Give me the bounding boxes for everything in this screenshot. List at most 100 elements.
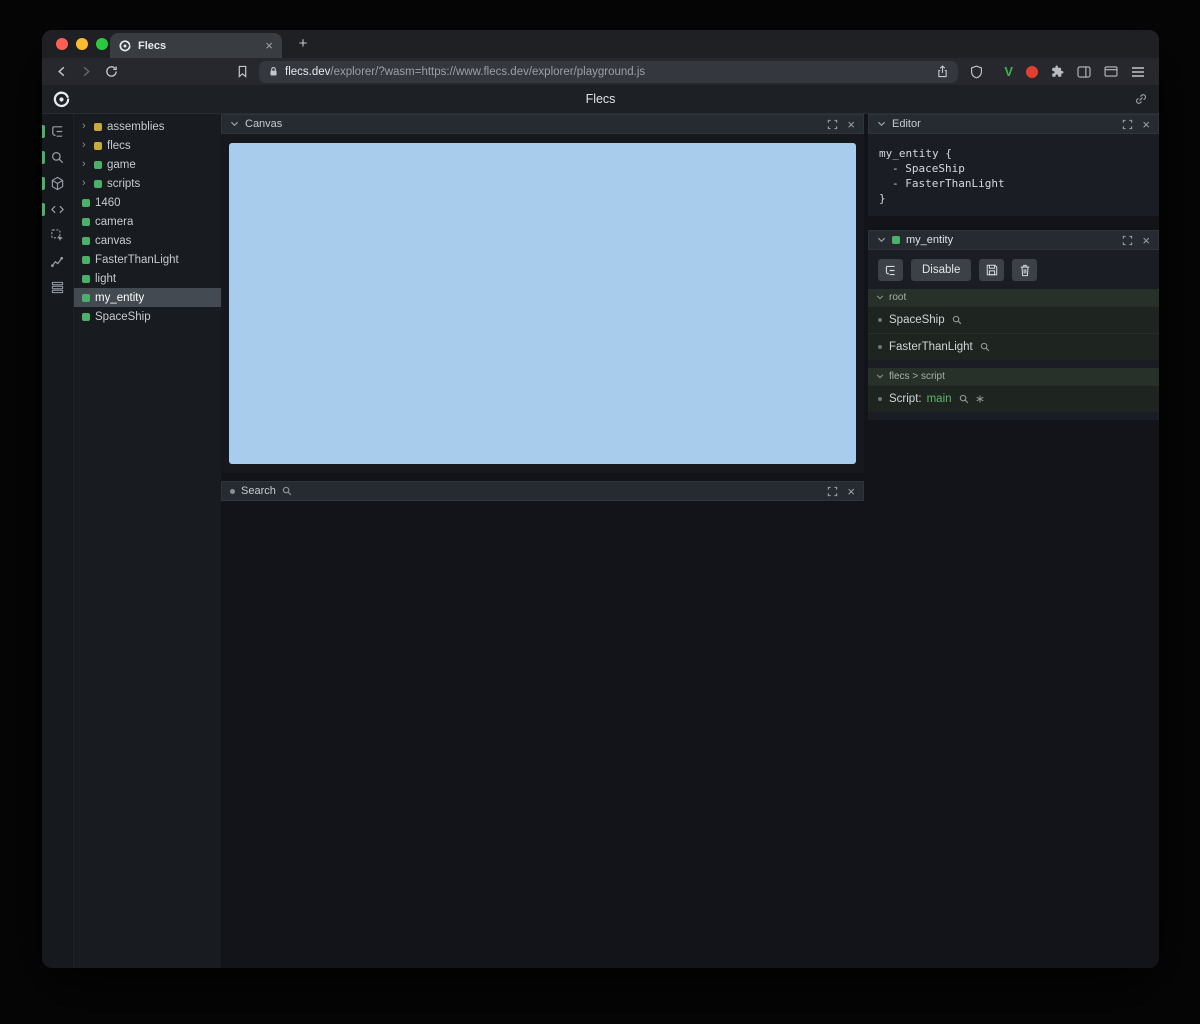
tree-item-canvas[interactable]: canvas [74,231,221,250]
save-button[interactable] [979,259,1005,281]
component-row[interactable]: Script: main [868,385,1159,412]
component-row[interactable]: SpaceShip [868,306,1159,333]
chevron-down-icon[interactable] [877,120,886,128]
eval-script-icon[interactable] [975,395,984,403]
app-header: Flecs [42,85,1159,114]
url-input[interactable]: flecs.dev /explorer/?wasm=https://www.fl… [259,60,959,83]
entity-kind-icon [82,312,90,321]
lock-icon [269,66,278,77]
tree-item-1460[interactable]: 1460 [74,193,221,212]
chevron-down-icon[interactable] [230,120,239,128]
section-header[interactable]: root [868,289,1159,306]
canvas-viewport[interactable] [229,143,856,464]
rail-script-button[interactable] [42,201,73,218]
section-header[interactable]: flecs > script [868,368,1159,385]
tree-item-label: scripts [107,177,141,190]
canvas-panel-header: Canvas × [221,114,864,134]
tree-item-scripts[interactable]: › scripts [74,174,221,193]
extension-adblock-icon[interactable] [1026,65,1038,78]
search-icon[interactable] [952,315,962,325]
search-icon [282,486,292,496]
rail-stats-button[interactable] [42,253,73,270]
minimize-window-button[interactable] [76,38,88,50]
extension-v-icon[interactable]: V [1004,64,1013,79]
section-title: flecs > script [889,371,945,382]
expand-arrow-icon[interactable]: › [82,178,89,189]
tree-item-FasterThanLight[interactable]: FasterThanLight [74,250,221,269]
code-line: - FasterThanLight [892,177,1005,190]
shield-icon[interactable] [962,61,990,83]
code-line: - SpaceShip [892,162,965,175]
rail-query-search-button[interactable] [42,149,73,166]
entity-kind-icon [94,160,102,169]
expand-arrow-icon[interactable]: › [82,159,89,170]
tree-item-SpaceShip[interactable]: SpaceShip [74,307,221,326]
close-panel-icon[interactable]: × [847,118,855,131]
extension-bar: V [994,64,1151,79]
forward-icon[interactable] [75,61,98,83]
close-panel-icon[interactable]: × [1142,234,1150,247]
tab-close-icon[interactable]: × [265,39,273,52]
share-icon[interactable] [937,65,948,78]
show-in-tree-button[interactable] [878,259,903,281]
extensions-puzzle-icon[interactable] [1051,65,1064,78]
chevron-down-icon[interactable] [877,236,886,244]
tree-item-camera[interactable]: camera [74,212,221,231]
expand-panel-icon[interactable] [827,119,838,130]
disable-button[interactable]: Disable [911,259,972,281]
maximize-window-button[interactable] [96,38,108,50]
menu-icon[interactable] [1131,66,1145,78]
bullet-icon [878,318,882,322]
entity-kind-icon [94,179,102,188]
active-indicator [42,177,45,190]
rail-entity-tree-button[interactable] [42,123,73,140]
canvas-panel: Canvas × [221,114,864,473]
reload-icon[interactable] [100,61,123,83]
search-icon[interactable] [959,394,969,404]
expand-panel-icon[interactable] [827,486,838,497]
left-icon-rail [42,114,74,968]
back-icon[interactable] [50,61,73,83]
sidebar-toggle-icon[interactable] [1077,65,1091,78]
entity-kind-icon [82,236,90,245]
page-title: Flecs [585,92,616,106]
tree-item-game[interactable]: › game [74,155,221,174]
component-value[interactable]: main [927,393,952,405]
collapsed-dot-icon[interactable] [230,488,235,494]
expand-panel-icon[interactable] [1122,235,1133,246]
close-panel-icon[interactable]: × [1142,118,1150,131]
expand-arrow-icon[interactable]: › [82,121,89,132]
search-icon[interactable] [980,342,990,352]
entity-kind-icon [82,217,90,226]
tree-item-flecs[interactable]: › flecs [74,136,221,155]
tree-item-label: SpaceShip [95,310,151,323]
editor-code[interactable]: my_entity {- SpaceShip - FasterThanLight} [868,134,1159,216]
wallet-icon[interactable] [1104,66,1118,77]
tree-item-label: canvas [95,234,132,247]
tree-item-my_entity[interactable]: my_entity [74,288,221,307]
close-window-button[interactable] [56,38,68,50]
inspector-toolbar: Disable [868,250,1159,281]
flecs-logo-icon[interactable] [53,91,70,108]
tree-item-assemblies[interactable]: › assemblies [74,117,221,136]
expand-arrow-icon[interactable]: › [82,140,89,151]
share-link-icon[interactable] [1134,92,1148,106]
tree-item-light[interactable]: light [74,269,221,288]
rail-tables-button[interactable] [42,279,73,296]
tab-favicon-flecs-logo-icon [119,39,131,52]
new-tab-button[interactable]: + [292,34,314,54]
rail-inspect-button[interactable] [42,227,73,244]
rail-components-button[interactable] [42,175,73,192]
section-title: root [889,292,907,303]
expand-panel-icon[interactable] [1122,119,1133,130]
close-panel-icon[interactable]: × [847,485,855,498]
component-row[interactable]: FasterThanLight [868,333,1159,360]
entity-kind-icon [94,141,102,150]
url-domain: flecs.dev [285,65,331,78]
delete-button[interactable] [1012,259,1038,281]
tree-item-label: FasterThanLight [95,253,179,266]
bookmark-icon[interactable] [231,61,253,83]
component-label: FasterThanLight [889,341,973,353]
browser-tab[interactable]: Flecs × [110,33,282,58]
entity-tree: › assemblies › flecs › game › scripts 1460 camera… [74,114,221,968]
